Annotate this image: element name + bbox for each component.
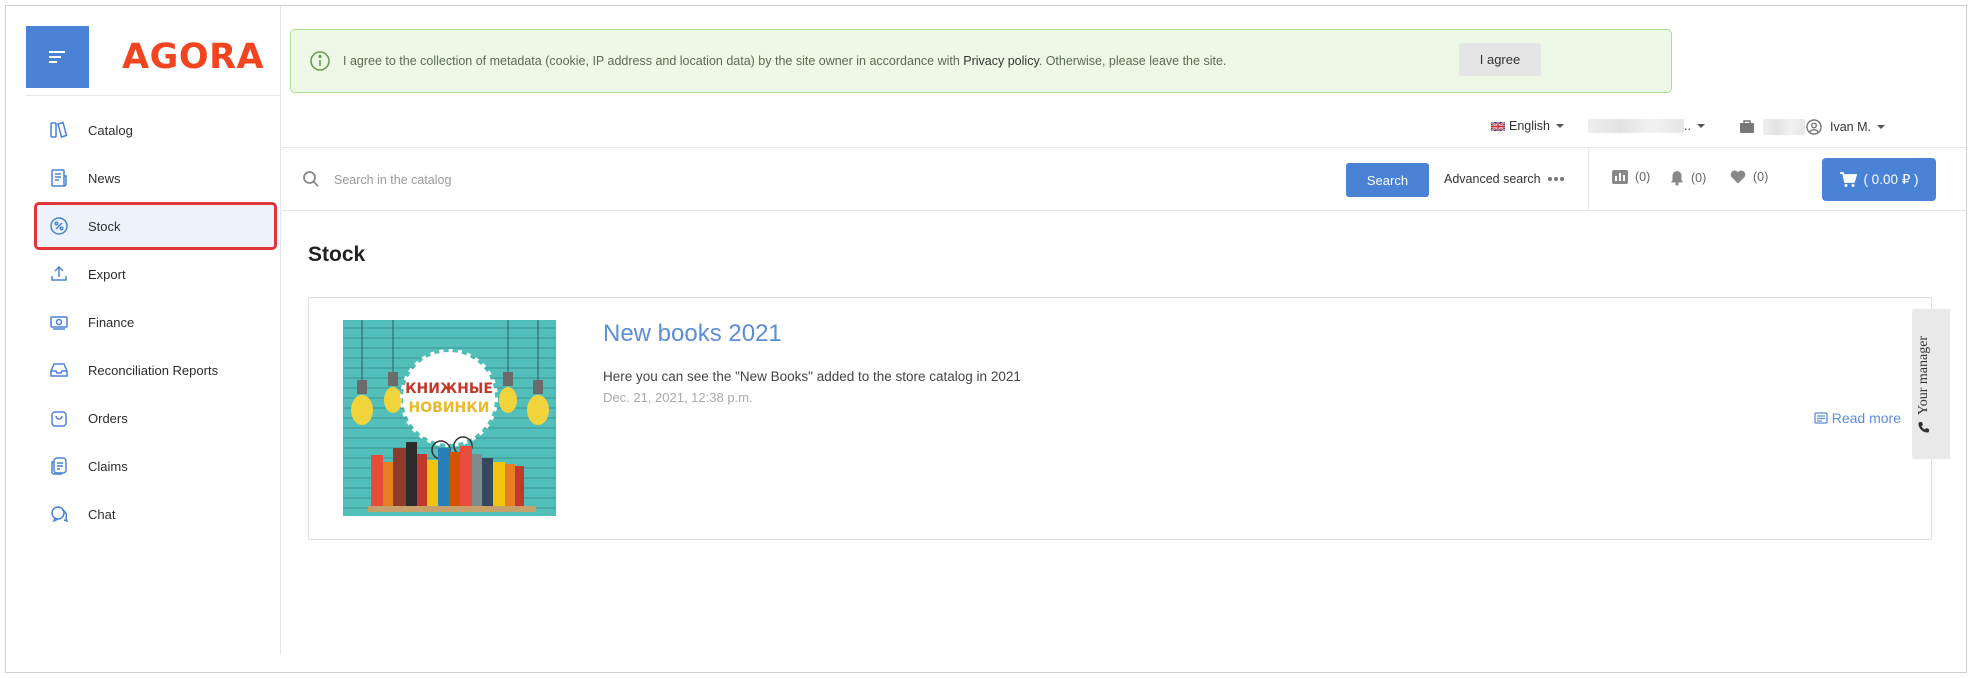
brand-header: AGORA — [26, 26, 280, 96]
your-manager-tab[interactable]: Your manager — [1912, 309, 1950, 459]
promo-image-line1: КНИЖНЫЕ — [405, 381, 493, 397]
sidebar-item-label: Reconciliation Reports — [88, 362, 219, 378]
menu-toggle-button[interactable] — [26, 26, 89, 88]
sidebar-item-label: Chat — [88, 506, 116, 522]
user-menu[interactable]: Ivan M. — [1806, 119, 1885, 135]
sidebar-nav: Catalog News Stock Export Finance Reconc… — [34, 106, 278, 538]
sidebar-item-label: News — [88, 170, 121, 186]
compare-counter[interactable]: (0) — [1612, 170, 1650, 184]
newspaper-icon — [1814, 412, 1828, 424]
read-more-link[interactable]: Read more — [1814, 410, 1901, 426]
sidebar-item-news[interactable]: News — [34, 154, 278, 202]
sidebar-item-label: Export — [88, 266, 126, 282]
sidebar-item-label: Orders — [88, 410, 128, 426]
cart-total: ( 0.00 ₽ ) — [1863, 171, 1919, 187]
sidebar-item-claims[interactable]: Claims — [34, 442, 278, 490]
sidebar-item-stock[interactable]: Stock — [34, 202, 277, 250]
sidebar-item-reconciliation-reports[interactable]: Reconciliation Reports — [34, 346, 278, 394]
notifications-count: (0) — [1691, 171, 1707, 185]
sidebar-item-chat[interactable]: Chat — [34, 490, 278, 538]
advanced-search-link[interactable]: Advanced search — [1444, 172, 1564, 186]
promo-image[interactable]: КНИЖНЫЕ НОВИНКИ — [343, 320, 556, 516]
notifications-counter[interactable]: (0) — [1670, 170, 1706, 186]
top-bar: English .. Ivan M. — [282, 111, 1966, 147]
claims-icon — [48, 455, 70, 477]
banknote-icon — [48, 311, 70, 333]
app-window: AGORA Catalog News Stock Export Finance … — [5, 5, 1967, 673]
bell-icon — [1670, 170, 1684, 186]
consent-text-start: I agree to the collection of metadata (c… — [343, 54, 964, 68]
sidebar-item-catalog[interactable]: Catalog — [34, 106, 278, 154]
balance-redacted — [1763, 119, 1805, 135]
search-input[interactable] — [334, 164, 1114, 196]
sidebar-item-export[interactable]: Export — [34, 250, 278, 298]
search-icon — [303, 171, 319, 187]
sidebar-item-finance[interactable]: Finance — [34, 298, 278, 346]
cart-icon — [1840, 171, 1858, 187]
new-books-illustration: КНИЖНЫЕ НОВИНКИ — [343, 320, 556, 516]
promo-title-link[interactable]: New books 2021 — [603, 320, 782, 348]
percent-icon — [48, 215, 70, 237]
shopping-bag-icon — [48, 407, 70, 429]
briefcase-icon — [1740, 120, 1754, 133]
inbox-icon — [48, 359, 70, 381]
news-icon — [48, 167, 70, 189]
agree-button[interactable]: I agree — [1459, 43, 1541, 76]
favorites-counter[interactable]: (0) — [1730, 170, 1768, 184]
promo-image-line2: НОВИНКИ — [409, 400, 490, 416]
page-title: Stock — [308, 243, 366, 266]
compare-count: (0) — [1635, 170, 1651, 184]
chevron-down-icon — [1556, 124, 1564, 128]
company-name-redacted — [1588, 119, 1684, 133]
consent-text: I agree to the collection of metadata (c… — [343, 54, 1226, 68]
promo-description: Here you can see the "New Books" added t… — [603, 369, 1021, 384]
search-bar: Search Advanced search (0) (0) (0) ( 0.0… — [282, 147, 1966, 211]
chat-icon — [48, 503, 70, 525]
manager-tab-label: Your manager — [1916, 335, 1931, 415]
search-button[interactable]: Search — [1346, 163, 1429, 197]
sidebar: AGORA Catalog News Stock Export Finance … — [6, 6, 281, 654]
hamburger-icon — [48, 51, 65, 63]
sidebar-item-label: Stock — [88, 218, 121, 234]
compare-chart-icon — [1612, 170, 1628, 184]
company-selector[interactable]: .. — [1588, 119, 1705, 133]
manager-tab-label-wrap: Your manager — [1916, 336, 1932, 433]
divider — [1588, 148, 1589, 210]
promo-date: Dec. 21, 2021, 12:38 p.m. — [603, 390, 753, 405]
promo-card: КНИЖНЫЕ НОВИНКИ New books 2021 Here you … — [308, 297, 1932, 540]
advanced-search-label: Advanced search — [1444, 172, 1541, 186]
favorites-count: (0) — [1753, 170, 1769, 184]
more-dots-icon — [1547, 177, 1564, 181]
heart-icon — [1730, 170, 1746, 184]
balance-widget[interactable] — [1739, 119, 1805, 135]
sidebar-item-label: Finance — [88, 314, 135, 330]
language-selector[interactable]: English — [1491, 119, 1564, 133]
catalog-icon — [48, 119, 70, 141]
uk-flag-icon — [1491, 121, 1505, 131]
upload-icon — [48, 263, 70, 285]
sidebar-item-orders[interactable]: Orders — [34, 394, 278, 442]
consent-text-end: . Otherwise, please leave the site. — [1038, 54, 1227, 68]
company-name-ellipsis: .. — [1684, 119, 1691, 133]
user-avatar-icon — [1806, 119, 1822, 135]
language-label: English — [1509, 119, 1550, 133]
chevron-down-icon — [1696, 124, 1705, 128]
read-more-label: Read more — [1831, 410, 1901, 426]
cookie-consent-banner: I agree to the collection of metadata (c… — [290, 29, 1672, 93]
chevron-down-icon — [1877, 125, 1885, 129]
user-name: Ivan M. — [1830, 120, 1871, 134]
sidebar-item-label: Catalog — [88, 122, 133, 138]
sidebar-item-label: Claims — [88, 458, 128, 474]
phone-icon — [1918, 422, 1929, 433]
privacy-policy-link[interactable]: Privacy policy — [963, 54, 1038, 68]
agora-logo[interactable]: AGORA — [122, 40, 264, 75]
main-content: I agree to the collection of metadata (c… — [282, 6, 1966, 672]
info-icon — [310, 51, 330, 71]
cart-button[interactable]: ( 0.00 ₽ ) — [1822, 158, 1936, 201]
